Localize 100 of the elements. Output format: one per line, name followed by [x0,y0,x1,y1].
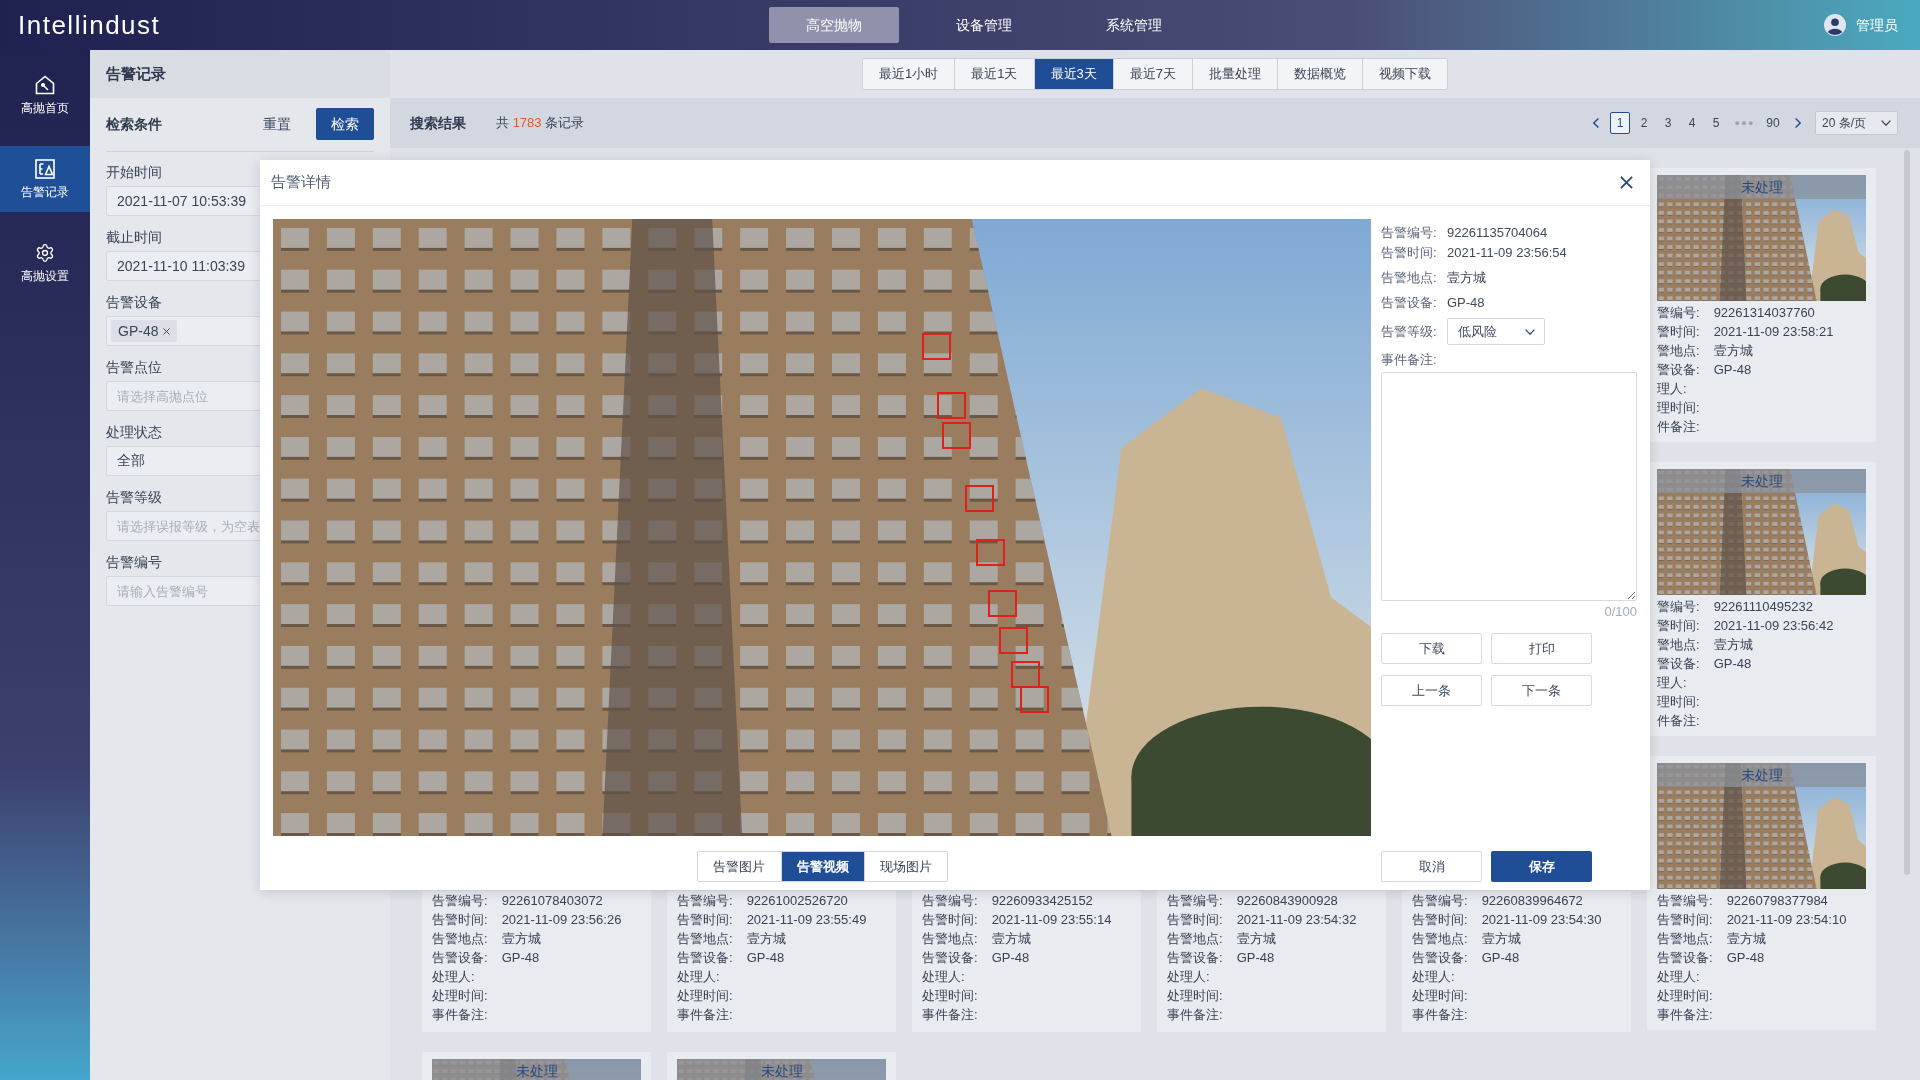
filter-tab[interactable]: 最近7天 [1112,59,1192,89]
action-button[interactable]: 上一条 [1381,675,1482,706]
settings-icon [35,243,55,263]
field-label: 截止时间 [106,228,162,247]
search-button[interactable]: 检索 [316,108,374,140]
action-button[interactable]: 下一条 [1491,675,1592,706]
field-label: 告警设备: [922,948,978,967]
nav-tab[interactable]: 设备管理 [919,7,1049,43]
input-field[interactable]: 请输入告警编号 [106,576,262,606]
field-label: 告警编号: [1412,891,1468,910]
sidebar-item[interactable]: 高抛设置 [0,230,90,296]
filter-tab[interactable]: 视频下载 [1361,59,1447,89]
field-value: 壹方城 [1481,929,1521,948]
sidebar-item[interactable]: 告警记录 [0,146,90,212]
scrollbar-thumb[interactable] [1904,150,1910,875]
info-value: 壹方城 [1447,269,1486,288]
input-field[interactable]: 请选择误报等级，为空表 [106,511,262,541]
close-icon[interactable] [163,327,171,335]
field-value: 92260839964672 [1481,891,1583,910]
alarm-card[interactable]: 告警编号: 92260933425152 告警时间: 2021-11-09 23:55:14 告警地点: 壹方城 告警设备: GP-48 处理人: 处理时间: 事件备注: [912,891,1141,1032]
field-value: 92261110495232 [1713,597,1813,616]
save-button[interactable]: 保存 [1491,851,1592,882]
field-value: 2021-11-09 23:54:10 [1726,910,1847,929]
field-label: 处理时间: [432,986,488,1005]
field-label: 处理人: [1657,967,1700,986]
field-label: 告警编号: [1167,891,1223,910]
alarm-card[interactable]: 未处理 告警编号: 92260798377984 告警时间: 2021-11-09 23:54:10 告警地点: 壹方城 告警设备: GP-48 处理人: 处理时间: 事件备注: [1647,756,1876,1030]
filter-tab[interactable]: 最近3天 [1033,59,1113,89]
page-button[interactable]: 90 [1762,112,1784,134]
input-field[interactable]: 2021-11-10 11:03:39 [106,251,262,281]
alarm-card[interactable]: 未处理 警编号: 92261314037760 警时间: 2021-11-09 23:58:21 警地点: 壹方城 警设备: GP-48 理人: 理时间: 件备注: [1647,168,1876,442]
field-label: 告警点位 [106,358,162,377]
status-badge: 未处理 [1657,175,1866,199]
field-label: 件备注: [1657,711,1700,730]
field-label: 告警设备: [1167,948,1223,967]
alarm-card[interactable]: 未处理 警编号: 92261110495232 警时间: 2021-11-09 23:56:42 警地点: 壹方城 警设备: GP-48 理人: 理时间: 件备注: [1647,462,1876,736]
input-field[interactable]: 请选择高抛点位 [106,381,262,411]
input-field[interactable]: 2021-11-07 10:53:39 [106,186,262,216]
field-label: 警编号: [1657,303,1700,322]
filter-tab[interactable]: 批量处理 [1191,59,1277,89]
field-label: 处理状态 [106,423,162,442]
alarm-card[interactable]: 告警编号: 92260839964672 告警时间: 2021-11-09 23:54:30 告警地点: 壹方城 告警设备: GP-48 处理人: 处理时间: 事件备注: [1402,891,1631,1032]
field-value: 壹方城 [501,929,541,948]
action-button[interactable]: 下载 [1381,633,1482,664]
char-counter: 0/100 [1604,603,1637,621]
detection-box [999,627,1028,654]
reset-button[interactable]: 重置 [263,113,291,135]
field-value: 2021-11-09 23:54:30 [1481,910,1602,929]
field-value: GP-48 [746,948,785,967]
field-value: GP-48 [1713,360,1752,379]
field-label: 告警编号: [1657,891,1713,910]
filter-tab[interactable]: 数据概览 [1276,59,1362,89]
page-button[interactable]: 2 [1634,112,1654,134]
input-field[interactable]: 全部 [106,446,262,476]
chevron-right-icon [1795,118,1801,128]
media-tab[interactable]: 现场图片 [863,852,947,881]
page-button[interactable]: 4 [1682,112,1702,134]
media-tab[interactable]: 告警视频 [780,852,864,881]
detection-box [942,422,971,449]
field-label: 告警时间: [1657,910,1713,929]
filter-tab[interactable]: 最近1小时 [863,59,955,89]
field-label: 处理人: [677,967,720,986]
status-badge: 未处理 [1657,469,1866,493]
nav-tab[interactable]: 系统管理 [1069,7,1199,43]
field-label: 警地点: [1657,341,1700,360]
field-value: 92261314037760 [1713,303,1815,322]
field-label: 警设备: [1657,654,1700,673]
field-label: 警编号: [1657,597,1700,616]
page-button[interactable]: 5 [1706,112,1726,134]
field-value: GP-48 [991,948,1030,967]
action-button[interactable]: 打印 [1491,633,1592,664]
chevron-left-icon [1593,118,1599,128]
field-value: 壹方城 [1236,929,1276,948]
field-label: 处理时间: [1657,986,1713,1005]
page-size-select[interactable]: 20 条/页 [1815,111,1898,135]
status-badge: 未处理 [677,1059,886,1080]
tag-label: GP-48 [118,321,159,341]
field-label: 告警设备: [677,948,733,967]
avatar-icon[interactable] [1824,14,1846,36]
page-button[interactable]: 1 [1610,112,1630,134]
field-label: 告警时间: [922,910,978,929]
field-value: 壹方城 [1713,635,1753,654]
filter-tab[interactable]: 最近1天 [954,59,1034,89]
level-select[interactable]: 低风险 [1447,318,1545,345]
alarm-card[interactable]: 告警编号: 92261002526720 告警时间: 2021-11-09 23:55:49 告警地点: 壹方城 告警设备: GP-48 处理人: 处理时间: 事件备注: [667,891,896,1032]
detection-box [988,590,1017,617]
page-button[interactable]: 3 [1658,112,1678,134]
field-value: 2021-11-09 23:56:26 [501,910,622,929]
sidebar-item[interactable]: 高抛首页 [0,62,90,128]
alarm-card[interactable]: 告警编号: 92260843900928 告警时间: 2021-11-09 23:54:32 告警地点: 壹方城 告警设备: GP-48 处理人: 处理时间: 事件备注: [1157,891,1386,1032]
alarm-card[interactable]: 告警编号: 92261078403072 告警时间: 2021-11-09 23:56:26 告警地点: 壹方城 告警设备: GP-48 处理人: 处理时间: 事件备注: [422,891,651,1032]
info-label: 告警时间: [1381,244,1438,263]
field-label: 事件备注: [1657,1005,1713,1024]
field-label: 告警设备: [1412,948,1468,967]
image-icon [35,159,55,179]
cancel-button[interactable]: 取消 [1381,851,1482,882]
detection-box [976,539,1005,566]
remarks-field[interactable] [1381,372,1637,601]
tag-field[interactable]: GP-48 [106,316,262,346]
field-label: 告警时间: [432,910,488,929]
